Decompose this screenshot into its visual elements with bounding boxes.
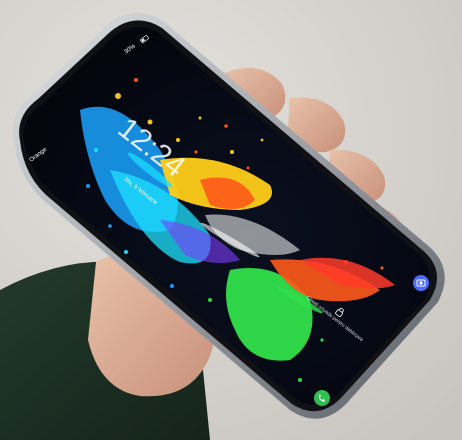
phone-photo: Orange 30% 12:24 Ma, 6 februarie Glisați… <box>0 0 462 440</box>
paint-splash <box>194 150 198 154</box>
paint-splash <box>115 93 121 99</box>
paint-splash <box>224 124 228 128</box>
paint-splash <box>86 184 90 188</box>
paint-splash <box>320 338 324 342</box>
paint-splash <box>198 116 202 120</box>
paint-splash <box>124 250 128 254</box>
paint-splash <box>344 260 348 264</box>
paint-splash <box>176 138 180 142</box>
paint-splash <box>260 138 264 142</box>
paint-splash <box>170 284 174 288</box>
paint-splash <box>134 78 138 82</box>
paint-splash <box>94 148 98 152</box>
paint-splash <box>298 378 302 382</box>
paint-splash <box>246 166 250 170</box>
phone-shortcut-icon[interactable] <box>314 390 330 406</box>
paint-splash <box>380 266 384 270</box>
paint-splash <box>208 298 212 302</box>
paint-splash <box>230 150 234 154</box>
photo-scene: Orange 30% 12:24 Ma, 6 februarie Glisați… <box>0 0 462 440</box>
camera-shortcut-icon[interactable] <box>413 275 429 291</box>
paint-splash <box>108 224 112 228</box>
